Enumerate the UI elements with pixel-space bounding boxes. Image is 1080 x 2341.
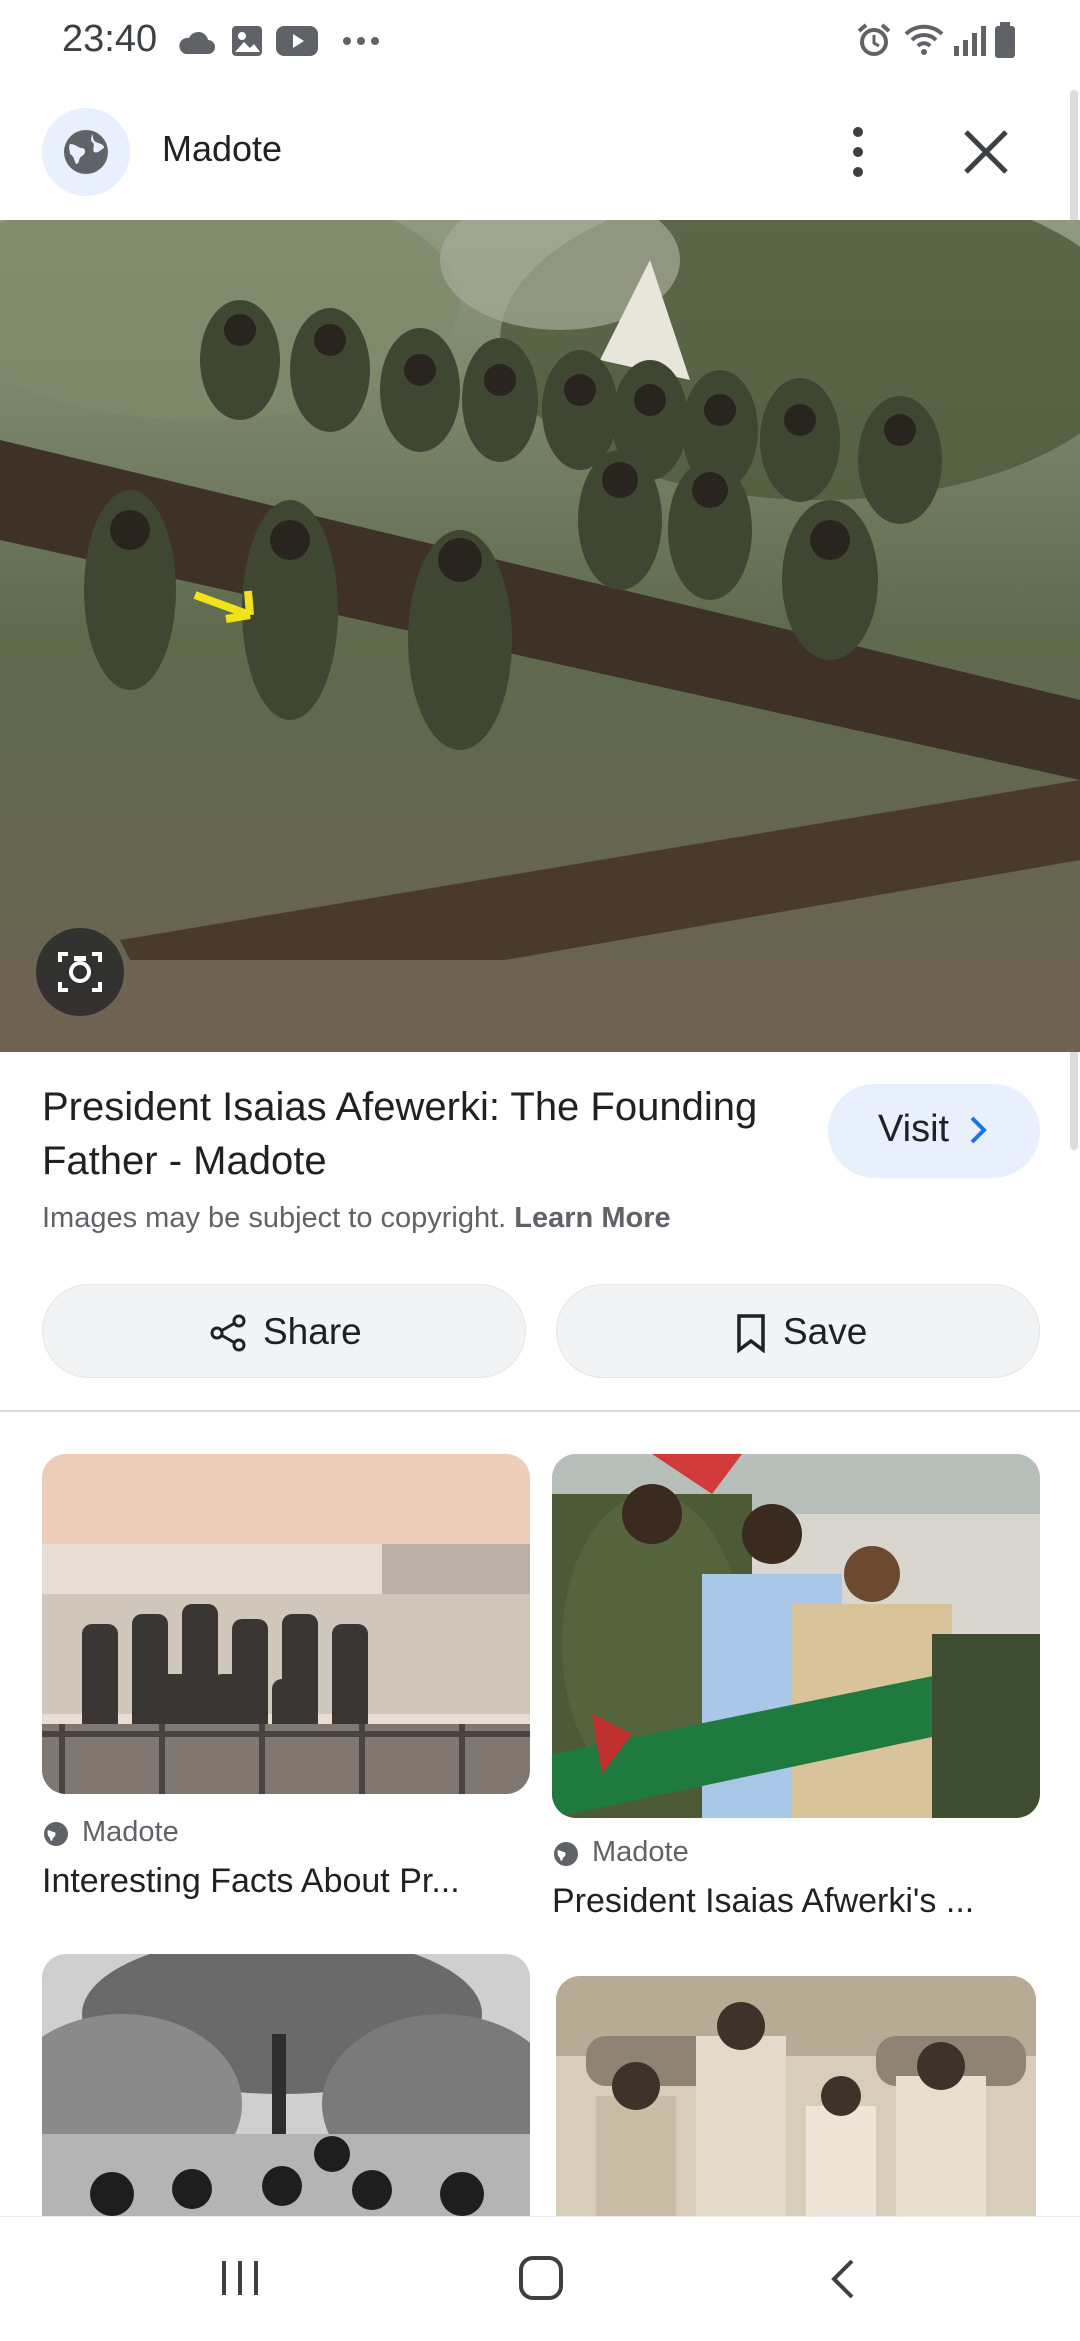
related-thumbnail-2[interactable] <box>552 1454 1040 1818</box>
visit-label: Visit <box>878 1108 950 1150</box>
bookmark-icon <box>737 1314 765 1353</box>
share-label: Share <box>263 1311 362 1352</box>
back-icon[interactable] <box>828 2257 858 2301</box>
main-image[interactable] <box>0 220 1080 1052</box>
share-button[interactable]: Share <box>42 1284 526 1378</box>
close-icon[interactable] <box>956 122 1016 182</box>
visit-button[interactable]: Visit <box>828 1084 1040 1178</box>
globe-icon <box>64 130 108 174</box>
related-source-label: Madote <box>82 1816 179 1848</box>
divider <box>0 1410 1080 1412</box>
lens-search-button[interactable] <box>36 928 124 1016</box>
save-button[interactable]: Save <box>556 1284 1040 1378</box>
home-icon[interactable] <box>518 2255 564 2301</box>
alarm-icon <box>857 23 891 56</box>
related-thumbnail-1[interactable] <box>42 1454 530 1794</box>
related-source-2: Madote <box>552 1836 852 1872</box>
share-icon <box>210 1314 246 1352</box>
related-thumbnail-3[interactable] <box>42 1954 530 2254</box>
related-thumbnail-4[interactable] <box>556 1976 1036 2256</box>
related-source-label: Madote <box>592 1836 689 1868</box>
gallery-icon <box>232 26 262 56</box>
site-favicon <box>42 108 130 196</box>
camera-search-icon <box>58 952 102 992</box>
cloud-icon <box>179 31 215 54</box>
related-source-1: Madote <box>42 1816 342 1852</box>
copyright-text: Images may be subject to copyright. <box>42 1202 507 1234</box>
status-bar: 23:40 <box>0 0 1080 84</box>
learn-more-link[interactable]: Learn More <box>514 1202 670 1234</box>
related-title-2[interactable]: President Isaias Afwerki's ... <box>552 1882 974 1921</box>
group-photo <box>0 220 1080 1052</box>
signal-icon <box>954 26 986 56</box>
globe-icon <box>554 1842 578 1866</box>
recent-apps-icon[interactable] <box>218 2257 262 2297</box>
app-header: Madote <box>0 84 1080 220</box>
related-title-1[interactable]: Interesting Facts About Pr... <box>42 1862 460 1901</box>
battery-icon <box>995 22 1015 58</box>
status-time: 23:40 <box>62 18 158 60</box>
chevron-right-icon <box>970 1116 987 1144</box>
youtube-icon <box>276 26 318 56</box>
more-notifications-icon <box>343 37 379 45</box>
more-vert-icon[interactable] <box>836 120 880 184</box>
site-title: Madote <box>162 128 283 169</box>
system-nav-bar <box>0 2216 1080 2341</box>
copyright-notice: Images may be subject to copyright. Lear… <box>42 1202 671 1235</box>
result-title[interactable]: President Isaias Afewerki: The Founding … <box>42 1080 802 1188</box>
globe-icon <box>44 1822 68 1846</box>
wifi-icon <box>904 24 944 55</box>
save-label: Save <box>783 1311 868 1352</box>
